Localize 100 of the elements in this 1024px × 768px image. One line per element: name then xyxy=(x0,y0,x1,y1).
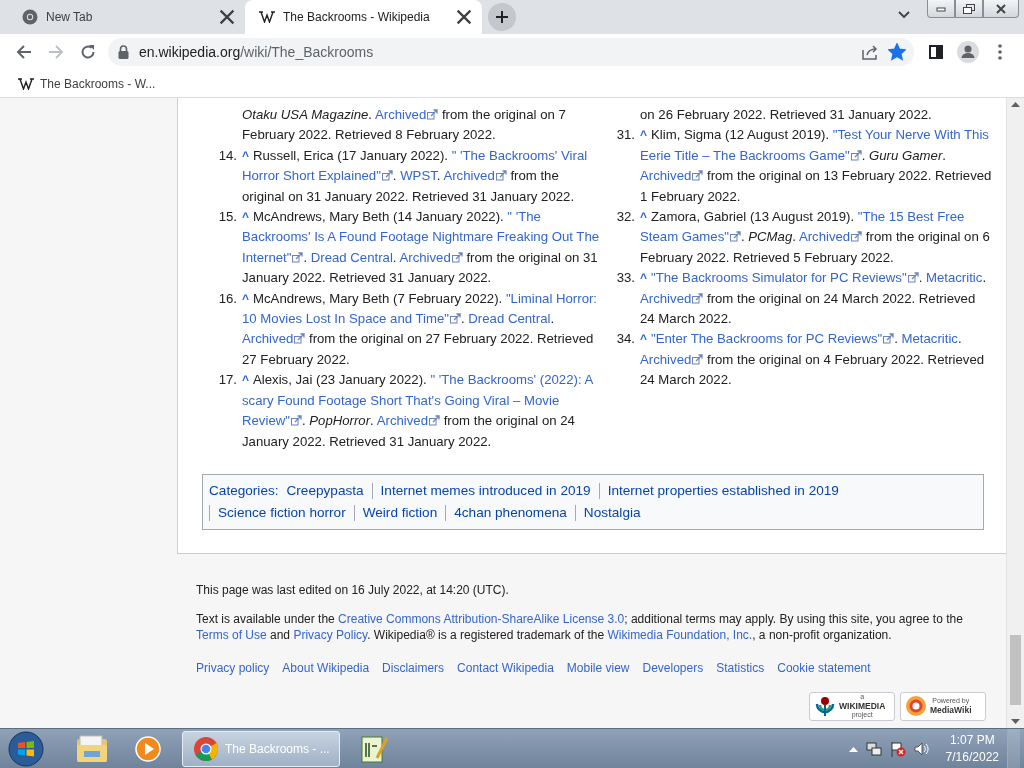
category-link[interactable]: Creepypasta xyxy=(280,482,372,499)
reference-link[interactable]: Archived xyxy=(443,168,507,184)
category-link[interactable]: Internet memes introduced in 2019 xyxy=(371,482,599,499)
address-bar[interactable]: en.wikipedia.org/wiki/The_Backrooms xyxy=(108,38,914,66)
footer-link[interactable]: About Wikipedia xyxy=(282,659,370,676)
reference-link[interactable]: Archived xyxy=(374,107,439,122)
reference-link[interactable]: Metacritic xyxy=(901,331,958,347)
backlink[interactable]: ^ xyxy=(640,332,647,347)
external-link-icon xyxy=(907,272,919,284)
backlink[interactable]: ^ xyxy=(242,148,249,163)
footer-link[interactable]: Contact Wikipedia xyxy=(457,659,554,676)
reference-text: ^ Russell, Erica (17 January 2022). " 'The Backrooms' Viral Horror Short Explained" . WPST. Archived from the original on 31 January 2022. Retrieved 31 January 2022. xyxy=(242,146,588,206)
reference-link[interactable]: Archived xyxy=(399,249,463,265)
footer-link[interactable]: Statistics xyxy=(716,659,765,676)
close-icon[interactable] xyxy=(456,9,472,25)
close-icon[interactable] xyxy=(219,9,235,25)
tray-arrow-icon[interactable] xyxy=(848,745,858,752)
bookmark-item[interactable]: The Backrooms - W... xyxy=(14,74,160,93)
license-link[interactable]: Terms of Use xyxy=(196,627,267,642)
browser-tab[interactable]: New Tab xyxy=(8,0,245,34)
profile-icon[interactable] xyxy=(957,41,979,63)
reference-number: 32. xyxy=(615,208,636,227)
network-icon[interactable] xyxy=(865,740,882,757)
reference-link[interactable]: scary Found Footage Short That's Going Viral – Movie xyxy=(242,392,560,408)
category-link[interactable]: Science fiction horror xyxy=(209,504,354,521)
category-link[interactable]: Weird fiction xyxy=(353,504,446,521)
reference-link[interactable]: Archived xyxy=(640,351,704,367)
backlink[interactable]: ^ xyxy=(242,373,249,388)
reference-link[interactable]: Archived xyxy=(640,168,704,184)
chrome-icon xyxy=(193,735,219,762)
backlink[interactable]: ^ xyxy=(640,128,647,143)
reference-link[interactable]: "The 15 Best Free xyxy=(857,209,965,225)
license-text: Text is available under the Creative Commons Attribution-ShareAlike License 3.0; additional terms may apply. By using this site, you agree to the Terms of Use and Privacy Policy. Wikipedia® is a registered trademark of the Wikimedia Foundation, Inc., a non-profit organization. xyxy=(196,610,964,643)
reference-link[interactable]: 10 Movies Lost In Space and Time" xyxy=(242,311,461,327)
close-button[interactable] xyxy=(983,0,1019,18)
side-panel-icon[interactable] xyxy=(929,45,943,59)
wikipedia-w-icon xyxy=(259,11,275,23)
reference-link[interactable]: " 'The Backrooms' Viral xyxy=(451,147,588,163)
reference-link[interactable]: Archived xyxy=(242,331,306,347)
backlink[interactable]: ^ xyxy=(640,210,647,225)
restore-button[interactable] xyxy=(955,0,983,18)
category-link[interactable]: Internet properties established in 2019 xyxy=(598,482,847,499)
start-button[interactable] xyxy=(8,730,44,767)
reference-link[interactable]: Dread Central xyxy=(310,249,393,265)
reference-link[interactable]: Horror Short Explained" xyxy=(242,168,393,184)
footer-link[interactable]: Developers xyxy=(642,659,704,676)
scrollbar-thumb[interactable] xyxy=(1010,635,1021,705)
menu-icon[interactable] xyxy=(998,44,1002,60)
reference-link[interactable]: Backrooms' Is A Found Footage Nightmare Freaking Out The xyxy=(242,229,600,245)
reference-text: ^ Alexis, Jai (23 January 2022). " 'The Backrooms' (2022): A scary Found Footage Short That's Going Viral – Movie Review" . PopHorror. Archived from the original on 24 January 2022. Retrieved 31 January 2022. xyxy=(242,371,594,451)
reference-link[interactable]: Review" xyxy=(242,413,302,429)
share-icon[interactable] xyxy=(862,44,878,60)
browser-tab[interactable]: The Backrooms - Wikipedia xyxy=(245,0,482,34)
scroll-up-icon[interactable] xyxy=(1011,102,1020,107)
license-link[interactable]: Wikimedia Foundation, Inc. xyxy=(607,627,753,642)
star-icon[interactable] xyxy=(888,43,906,61)
reference-text: ^ Klim, Sigma (12 August 2019). "Test Your Nerve With This Eerie Title – The Backrooms Game" . Guru Gamer. Archived from the original on 13 February 2022. Retrieved 1 February 2022. xyxy=(640,126,992,206)
clock[interactable]: 1:07 PM 7/16/2022 xyxy=(945,731,999,766)
reference-link[interactable]: Steam Games" xyxy=(640,229,741,245)
category-link[interactable]: 4chan phenomena xyxy=(445,504,575,521)
category-link[interactable]: Nostalgia xyxy=(574,504,649,521)
footer-link[interactable]: Disclaimers xyxy=(382,659,445,676)
reference-link[interactable]: Internet" xyxy=(242,249,304,265)
media-player-icon[interactable] xyxy=(135,735,161,762)
categories-link[interactable]: Categories: xyxy=(209,482,281,499)
external-link-icon xyxy=(883,333,895,345)
reference-link[interactable]: " 'The xyxy=(507,209,541,225)
reference-number: 33. xyxy=(615,269,636,288)
backlink[interactable]: ^ xyxy=(640,271,647,286)
reference-link[interactable]: Eerie Title – The Backrooms Game" xyxy=(640,147,862,163)
reference-link[interactable]: WPST xyxy=(400,168,437,184)
reference-link[interactable]: " 'The Backrooms' (2022): A xyxy=(430,372,594,388)
chevron-down-icon[interactable] xyxy=(897,10,911,20)
reload-icon[interactable] xyxy=(80,44,96,60)
reference-text: ^ Zamora, Gabriel (13 August 2019). "The 15 Best Free Steam Games" . PCMag. Archived from the original on 6 February 2022. Retrieved 5 February 2022. xyxy=(640,208,990,267)
flag-icon[interactable] xyxy=(889,740,906,757)
wikipedia-w-icon xyxy=(18,77,34,90)
reference-link[interactable]: Archived xyxy=(376,413,440,429)
reference-link[interactable]: "Liminal Horror: xyxy=(505,290,598,306)
footer-link[interactable]: Mobile view xyxy=(566,659,630,676)
backlink[interactable]: ^ xyxy=(242,210,249,225)
notepad-icon[interactable] xyxy=(359,733,389,764)
scroll-down-icon[interactable] xyxy=(1011,719,1020,724)
reference-link[interactable]: "The Backrooms Simulator for PC Reviews" xyxy=(651,270,919,286)
backlink[interactable]: ^ xyxy=(242,291,249,306)
reference-number: 15. xyxy=(217,208,238,227)
speaker-icon[interactable] xyxy=(913,740,930,757)
reference-link[interactable]: "Test Your Nerve With This xyxy=(832,127,989,143)
back-arrow-icon[interactable] xyxy=(16,44,32,60)
reference-number: 34. xyxy=(615,330,636,349)
reference-link[interactable]: Archived xyxy=(640,290,704,306)
reference-text: ^ "The Backrooms Simulator for PC Reviews" . Metacritic. Archived from the original on 24 March 2022. Retrieved 24 March 2022. xyxy=(640,269,987,329)
reference-link[interactable]: "Enter The Backrooms for PC Reviews" xyxy=(651,331,895,347)
external-link-icon xyxy=(692,292,704,304)
external-link-icon xyxy=(290,415,302,427)
folder-icon[interactable] xyxy=(76,734,108,763)
footer-link[interactable]: Privacy policy xyxy=(196,659,270,676)
plus-icon[interactable] xyxy=(495,10,509,24)
reference-link[interactable]: Archived xyxy=(798,229,863,245)
footer-link[interactable]: Cookie statement xyxy=(777,659,871,676)
